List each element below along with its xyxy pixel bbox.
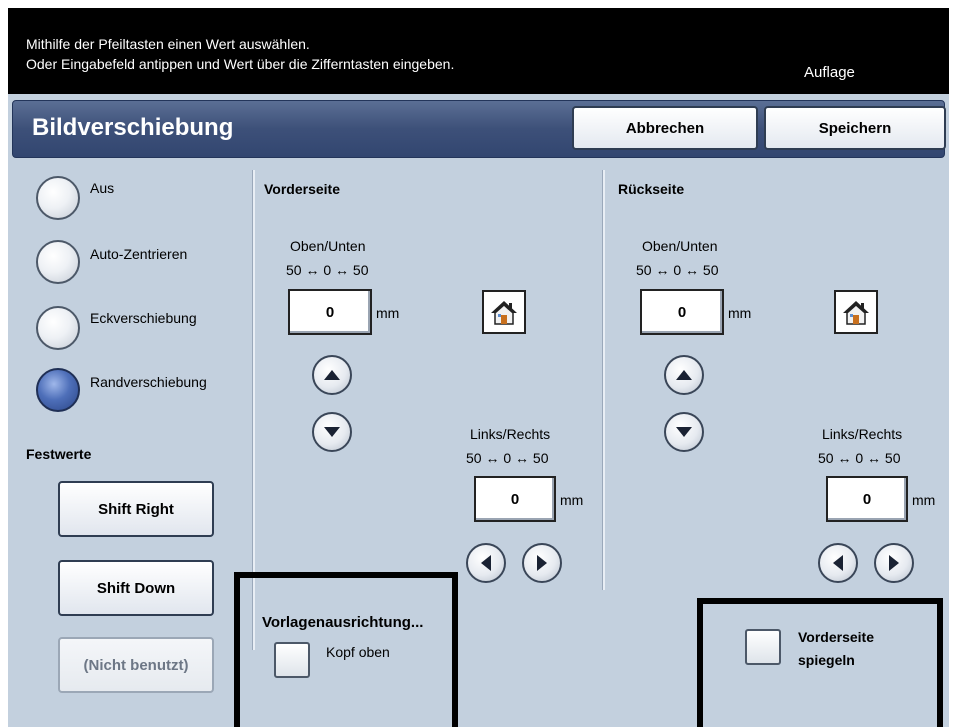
- back-updown-label: Oben/Unten: [642, 238, 718, 254]
- home-icon: [491, 301, 517, 325]
- back-leftright-label: Links/Rechts: [822, 426, 903, 442]
- preset-shift-right-button[interactable]: Shift Right: [58, 481, 214, 537]
- front-leftright-unit: mm: [560, 492, 584, 508]
- radio-eckverschiebung-label: Eckverschiebung: [90, 310, 197, 326]
- radio-aus-label: Aus: [90, 180, 115, 196]
- arrow-down-icon: [676, 427, 692, 437]
- presets-heading: Festwerte: [26, 446, 92, 462]
- front-updown-unit: mm: [376, 305, 400, 321]
- mirror-front-checkbox[interactable]: [745, 629, 781, 665]
- radio-eckverschiebung[interactable]: [36, 306, 80, 350]
- arrow-down-icon: [324, 427, 340, 437]
- back-updown-input[interactable]: 0: [640, 289, 724, 335]
- back-heading: Rückseite: [618, 181, 685, 197]
- front-leftright-label: Links/Rechts: [470, 426, 551, 442]
- cancel-button[interactable]: Abbrechen: [572, 106, 758, 150]
- page-title: Bildverschiebung: [32, 114, 234, 141]
- arrow-left-icon: [481, 555, 491, 571]
- arrow-up-icon: [676, 370, 692, 380]
- back-updown-range: 50 ↔ 0 ↔ 50: [636, 262, 719, 278]
- column-divider-middle: [602, 170, 605, 590]
- front-updown-label: Oben/Unten: [290, 238, 366, 254]
- front-right-button[interactable]: [522, 543, 562, 583]
- instruction-text-line2: Oder Eingabefeld antippen und Wert über …: [26, 56, 455, 72]
- orientation-option-label: Kopf oben: [326, 644, 390, 660]
- back-leftright-range: 50 ↔ 0 ↔ 50: [818, 450, 901, 466]
- arrow-up-icon: [324, 370, 340, 380]
- preset-shift-down-button[interactable]: Shift Down: [58, 560, 214, 616]
- back-leftright-unit: mm: [912, 492, 936, 508]
- arrow-left-icon: [833, 555, 843, 571]
- front-leftright-input[interactable]: 0: [474, 476, 556, 522]
- back-up-button[interactable]: [664, 355, 704, 395]
- radio-randverschiebung[interactable]: [36, 368, 80, 412]
- orientation-head-top-button[interactable]: [274, 642, 310, 678]
- save-button[interactable]: Speichern: [764, 106, 946, 150]
- radio-aus[interactable]: [36, 176, 80, 220]
- preset-unused-button: (Nicht benutzt): [58, 637, 214, 693]
- front-down-button[interactable]: [312, 412, 352, 452]
- front-left-button[interactable]: [466, 543, 506, 583]
- orientation-heading: Vorlagenausrichtung...: [262, 614, 424, 631]
- front-updown-input[interactable]: 0: [288, 289, 372, 335]
- front-heading: Vorderseite: [264, 181, 340, 197]
- front-updown-range: 50 ↔ 0 ↔ 50: [286, 262, 369, 278]
- arrow-right-icon: [889, 555, 899, 571]
- radio-auto-zentrieren-label: Auto-Zentrieren: [90, 246, 188, 262]
- back-updown-unit: mm: [728, 305, 752, 321]
- home-icon: [843, 301, 869, 325]
- back-home-button[interactable]: [834, 290, 878, 334]
- back-left-button[interactable]: [818, 543, 858, 583]
- arrow-right-icon: [537, 555, 547, 571]
- front-home-button[interactable]: [482, 290, 526, 334]
- radio-auto-zentrieren[interactable]: [36, 240, 80, 284]
- mirror-label-line1: Vorderseite: [798, 629, 874, 645]
- front-leftright-range: 50 ↔ 0 ↔ 50: [466, 450, 549, 466]
- radio-randverschiebung-label: Randverschiebung: [90, 374, 207, 390]
- back-leftright-input[interactable]: 0: [826, 476, 908, 522]
- back-right-button[interactable]: [874, 543, 914, 583]
- front-up-button[interactable]: [312, 355, 352, 395]
- instruction-text-line1: Mithilfe der Pfeiltasten einen Wert ausw…: [26, 36, 310, 52]
- mirror-label-line2: spiegeln: [798, 652, 855, 668]
- quantity-label: Auflage: [804, 64, 855, 81]
- back-down-button[interactable]: [664, 412, 704, 452]
